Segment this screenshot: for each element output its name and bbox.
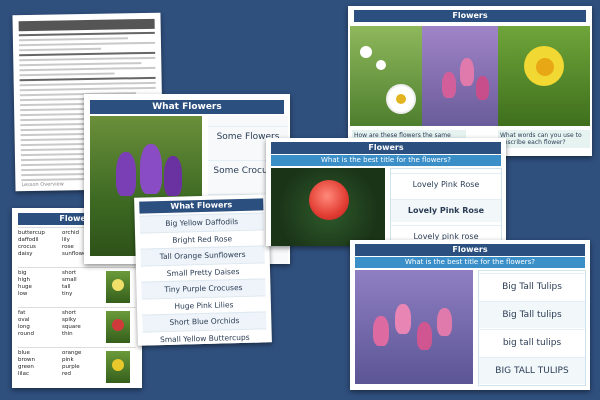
worksheet-word: big	[18, 270, 27, 276]
worksheet-cell-right: orange pink purple red	[62, 348, 106, 387]
worksheet-word: tiny	[62, 291, 73, 297]
worksheet-cell-right: short spiky square thin	[62, 308, 106, 347]
tulip-photo-small	[422, 26, 498, 126]
worksheet-word: green	[18, 364, 34, 370]
worksheet-word: orange	[62, 350, 82, 356]
worksheet-flower-image	[106, 271, 130, 303]
tulip-option[interactable]: big tall tulips	[479, 329, 585, 356]
worksheet-flower-image	[106, 311, 130, 343]
flowers-photo-slide: Flowers How are these flowers the same W…	[348, 6, 592, 156]
worksheet-word: crocus	[18, 244, 36, 250]
daffodil-photo	[498, 26, 590, 126]
question-right: What words can you use to describe each …	[498, 130, 590, 148]
worksheet-cell-left: blue brown green lilac	[18, 348, 62, 387]
worksheet-row: fat oval long round short spiky square thin	[18, 307, 136, 347]
worksheet-word: thin	[62, 331, 73, 337]
tulip-option[interactable]: BIG TALL TULIPS	[479, 357, 585, 384]
worksheet-word: brown	[18, 357, 35, 363]
worksheet-word: short	[62, 270, 77, 276]
worksheet-cell-right: short small tall tiny	[62, 268, 106, 307]
worksheet-row: big high huge low short small tall tiny	[18, 267, 136, 307]
worksheet-word: lilac	[18, 371, 29, 377]
worksheet-word: short	[62, 310, 77, 316]
rose-options: Lovely Pink Rose Lovely Pink Rose Lovely p…	[390, 168, 502, 246]
worksheet-cell-left: buttercup daffodil crocus daisy	[18, 228, 62, 267]
list-title: What Flowers	[139, 198, 264, 214]
flower-list-slide: What Flowers Big Yellow Daffodils Bright …	[134, 194, 272, 346]
what-flowers-title: What Flowers	[90, 100, 284, 114]
lesson-plan-caption: Lesson Overview	[21, 181, 64, 189]
flower-list-item[interactable]: Small Yellow Buttercups	[142, 327, 267, 346]
tulip-slide: Flowers What is the best title for the f…	[350, 240, 590, 390]
worksheet-word: fat	[18, 310, 26, 316]
worksheet-word: round	[18, 331, 34, 337]
worksheet-word: blue	[18, 350, 30, 356]
tulip-options: Big Tall Tulips Big Tall tulips big tall t…	[478, 270, 586, 386]
worksheet-word: huge	[18, 284, 32, 290]
tulip-option[interactable]: Big Tall Tulips	[479, 273, 585, 300]
worksheet-cell-left: fat oval long round	[18, 308, 62, 347]
tulip-photo	[355, 270, 473, 384]
worksheet-word: purple	[62, 364, 80, 370]
worksheet-word: high	[18, 277, 30, 283]
rose-option[interactable]: Lovely Pink Rose	[391, 199, 501, 222]
tulip-question: What is the best title for the flowers?	[355, 257, 585, 268]
rose-slide-title: Flowers	[271, 142, 501, 154]
worksheet-word: spiky	[62, 317, 77, 323]
worksheet-word: long	[18, 324, 30, 330]
worksheet-word: small	[62, 277, 77, 283]
worksheet-word: square	[62, 324, 81, 330]
worksheet-word: daisy	[18, 251, 33, 257]
worksheet-word: buttercup	[18, 230, 45, 236]
worksheet-flower-image	[106, 351, 130, 383]
rose-photo	[271, 168, 385, 246]
worksheet-cell-left: big high huge low	[18, 268, 62, 307]
rose-slide: Flowers What is the best title for the f…	[266, 138, 506, 246]
flower-list: Big Yellow Daffodils Bright Red Rose Tall …	[139, 212, 267, 346]
worksheet-word: red	[62, 371, 72, 377]
worksheet-word: low	[18, 291, 28, 297]
rose-question: What is the best title for the flowers?	[271, 155, 501, 166]
rose-option[interactable]: Lovely Pink Rose	[391, 173, 501, 196]
photo-slide-title: Flowers	[354, 10, 586, 22]
worksheet-word: tall	[62, 284, 71, 290]
tulip-slide-title: Flowers	[355, 244, 585, 256]
worksheet-word: daffodil	[18, 237, 39, 243]
worksheet-word: pink	[62, 357, 74, 363]
daisy-photo	[350, 26, 422, 126]
worksheet-row: blue brown green lilac orange pink purple red	[18, 347, 136, 387]
lesson-plan-header	[18, 18, 155, 32]
worksheet-word: oval	[18, 317, 30, 323]
tulip-option[interactable]: Big Tall tulips	[479, 301, 585, 328]
